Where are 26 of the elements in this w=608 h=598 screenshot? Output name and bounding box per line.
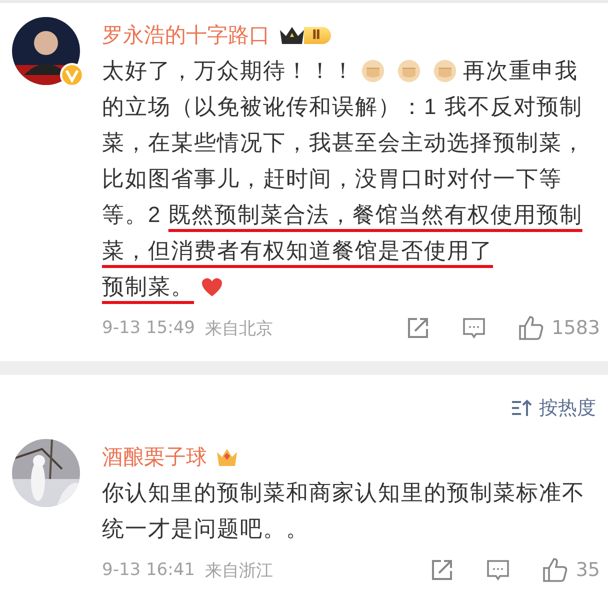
sort-button[interactable]: 按热度 — [511, 395, 596, 421]
thumbs-up-icon — [542, 557, 568, 583]
comment-text: 你认知里的预制菜和商家认知里的预制菜标准不统一才是问题吧。。 — [102, 479, 586, 543]
comment-text: 再次重申我 — [463, 57, 578, 85]
heart-icon — [200, 275, 224, 299]
fist-icon — [397, 59, 421, 83]
comment-time: 9-13 16:41 — [102, 560, 195, 580]
fist-icon — [361, 59, 385, 83]
user-name[interactable]: 酒酿栗子球 — [102, 443, 207, 471]
share-icon[interactable] — [430, 558, 454, 582]
comment-text: 的立场（以免被讹传和误解）：1 我不反对预制菜，在某些情况下，我甚至会主动选择预制菜，比如图省事儿，赶时间，没胃口时对付一下等等。2 既然预制菜合法，餐馆当然有权使用预制菜，但消费者有权知道餐馆是否使用了 — [102, 93, 586, 265]
comment-text: 预制菜。 — [102, 273, 194, 301]
fist-icon — [433, 59, 457, 83]
comment-text: 太好了，万众期待！！！ — [102, 57, 355, 85]
comment-icon[interactable] — [486, 558, 510, 582]
share-icon[interactable] — [406, 316, 430, 340]
comment-source: 来自北京 — [204, 318, 273, 340]
like-button[interactable]: 1583 — [518, 315, 600, 341]
comment-time: 9-13 15:49 — [102, 318, 195, 338]
comment-source: 来自浙江 — [204, 560, 273, 582]
sort-icon — [511, 398, 533, 418]
level-badge: Ⅱ — [278, 24, 331, 46]
comment-icon[interactable] — [462, 316, 486, 340]
thumbs-up-icon — [518, 315, 544, 341]
like-button[interactable]: 35 — [542, 557, 600, 583]
user-name[interactable]: 罗永浩的十字路口 — [102, 21, 270, 49]
